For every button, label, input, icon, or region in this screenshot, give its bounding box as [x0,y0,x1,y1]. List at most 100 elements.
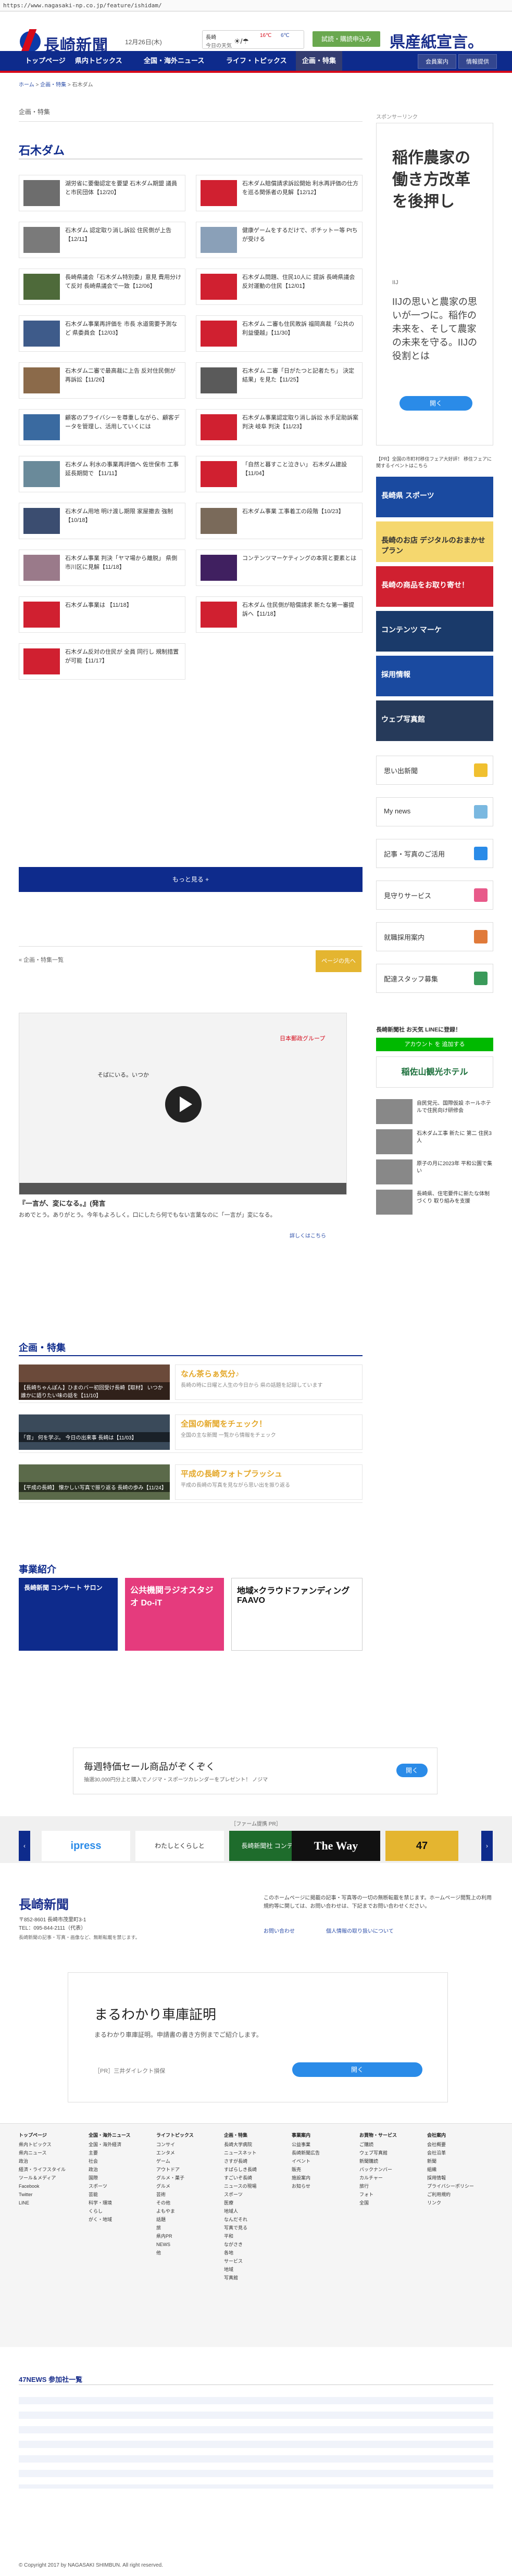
footer-link[interactable]: スポーツ [224,2190,257,2199]
footer-link[interactable]: 県内ニュース [19,2149,66,2157]
article-card[interactable]: コンテンツマーケティングの本質と要素とは [196,550,363,586]
sidebar-news-item[interactable]: 原子の月に2023年 平和公園で集い [376,1159,493,1184]
footer-link[interactable]: 県内トピックス [19,2140,66,2149]
footer-link[interactable]: 全国 [359,2199,397,2207]
sidebar-news-item[interactable]: 石木ダム工事 新たに 第二 住民3人 [376,1129,493,1154]
footer-link[interactable]: 旅行 [359,2182,397,2190]
footer-column-heading[interactable]: 会社案内 [427,2131,474,2139]
footer-link[interactable]: 全国・海外経済 [89,2140,131,2149]
jigyo-concert[interactable]: 長崎新聞 コンサート サロン [19,1578,118,1651]
footer-link[interactable]: 主要 [89,2149,131,2157]
nav-top[interactable]: トップページ [19,51,72,71]
article-card[interactable]: 石木ダム事業認定取り消し訴訟 水手足助訴案判決 岐阜 判決【11/23】 [196,409,363,445]
footer-link[interactable]: 他 [156,2249,194,2257]
footer-link[interactable]: なんだそれ [224,2215,257,2224]
site-logo[interactable]: 長崎新聞 [20,31,119,54]
pr-item[interactable]: わたしとくらしと [135,1831,224,1861]
article-card[interactable]: 石木ダム 二審「日がたつと記者たち」 決定結果」を見た【11/25】 [196,362,363,399]
footer-link[interactable]: 話題 [156,2215,194,2224]
footer-link[interactable]: NEWS [156,2240,194,2249]
footer-link[interactable]: すばらしき長崎 [224,2165,257,2174]
weather-widget[interactable]: 長崎 ☀/☂ 16℃ 6℃ 今日の天気 [202,30,304,49]
footer-link[interactable]: 組織 [427,2165,474,2174]
footer-link[interactable]: コンサイ [156,2140,194,2149]
footer-link[interactable]: 県内PR [156,2232,194,2240]
footer-link[interactable]: 会社概要 [427,2140,474,2149]
footer-column-heading[interactable]: 事業案内 [292,2131,320,2139]
footer-link[interactable]: 新聞 [427,2157,474,2165]
sidebar-ad[interactable]: 稲作農家の働き方改革を後押し IIJ IIJの思いと農家の思いが一つに。稲作の未… [376,123,493,445]
footer-link[interactable]: リンク [427,2199,474,2207]
footer-link[interactable]: 国際 [89,2174,131,2182]
footer-contact-link[interactable]: お問い合わせ [264,1927,295,1934]
footer-link[interactable]: 長崎新聞広告 [292,2149,320,2157]
article-card[interactable]: 顧客のプライバシーを尊重しながら、顧客データを管理し、活用していくには [19,409,185,445]
prev-arrow-icon[interactable]: ‹ [19,1831,30,1861]
footer-link[interactable]: 長崎大学病院 [224,2140,257,2149]
article-card[interactable]: 石木ダム事業は 【11/18】 [19,596,185,633]
footer-link[interactable]: 政治 [89,2165,131,2174]
footer-link[interactable]: 政治 [19,2157,66,2165]
play-icon[interactable] [165,1086,202,1123]
footer-link[interactable]: すごいぞ長崎 [224,2174,257,2182]
footer-link[interactable]: 芸術 [156,2190,194,2199]
sidebar-banner[interactable]: コンテンツ マーケ [376,611,493,652]
footer-column-heading[interactable]: 全国・海外ニュース [89,2131,131,2139]
footer-link[interactable]: さすが長崎 [224,2157,257,2165]
footer-link[interactable]: ゲーム [156,2157,194,2165]
article-card[interactable]: 石木ダム 住民側が賠償請求 新たな第一審提訴へ【11/18】 [196,596,363,633]
article-card[interactable]: 石木ダム 認定取り消し訴訟 住民側が上告【12/11】 [19,222,185,258]
footer-ad[interactable]: まるわかり車庫証明 まるわかり車庫証明。申請書の書き方例までご紹介します。 ［P… [68,1972,448,2102]
article-card[interactable]: 長崎県議会「石木ダム特別委」意見 費用分けて反対 長崎県議会で一致【12/06】 [19,269,185,305]
sidebar-banner[interactable]: 採用情報 [376,656,493,696]
video-controls[interactable] [19,1183,346,1194]
article-card[interactable]: 石木ダム 二審も住民敗訴 福岡高裁「公共の利益優越」【11/30】 [196,315,363,352]
crumb-feature[interactable]: 企画・特集 [40,82,66,88]
footer-link[interactable]: 社会 [89,2157,131,2165]
article-card[interactable]: 石木ダム二審で最高裁に上告 反対住民側が 再訴訟【11/26】 [19,362,185,399]
nav-member[interactable]: 会員案内 [418,54,456,69]
footer-link[interactable]: ツール＆メディア [19,2174,66,2182]
partner-sites-list[interactable] [19,2390,493,2489]
nav-feature[interactable]: 企画・特集 [296,51,343,71]
footer-link[interactable]: Twitter [19,2190,66,2199]
jigyo-doit[interactable]: 公共機関ラジオスタジオ Do-iT [125,1578,224,1651]
footer-link[interactable]: ながさき [224,2240,257,2249]
sidebar-menu-item[interactable]: My news [376,797,493,826]
footer-column-heading[interactable]: ライフトピックス [156,2131,194,2139]
footer-ad-open-button[interactable]: 開く [292,2062,422,2077]
jigyo-faavo[interactable]: 地域×クラウドファンディング FAAVO [231,1578,363,1651]
feature-sub[interactable]: なん茶らぁ気分♪ 長崎の時に日曜と人生の今日から 県の話題を記録しています [175,1364,363,1400]
footer-link[interactable]: カルチャー [359,2174,397,2182]
back-to-list-link[interactable]: « 企画・特集一覧 [19,955,64,964]
nav-life[interactable]: ライフ・トピックス [220,51,293,71]
footer-link[interactable]: 販売 [292,2165,320,2174]
sidebar-banner[interactable]: 長崎のお店 デジタルのおまかせプラン [376,521,493,562]
footer-link[interactable]: 施設案内 [292,2174,320,2182]
footer-link[interactable]: スポーツ [89,2182,131,2190]
footer-link[interactable]: ご購読 [359,2140,397,2149]
footer-link[interactable]: お知らせ [292,2182,320,2190]
footer-link[interactable]: 地域 [224,2265,257,2274]
footer-link[interactable]: 会社沿革 [427,2149,474,2157]
footer-link[interactable]: 新聞購読 [359,2157,397,2165]
footer-link[interactable]: 写真館 [224,2274,257,2282]
article-card[interactable]: 石木ダム用地 明け渡し期限 家屋撤去 強制【10/18】 [19,503,185,539]
footer-link[interactable]: グルメ [156,2182,194,2190]
footer-link[interactable]: プライバシーポリシー [427,2182,474,2190]
footer-link[interactable]: 採用情報 [427,2174,474,2182]
article-card[interactable]: 石木ダム事業再評価を 市長 水道需要予測など 県委員会【12/03】 [19,315,185,352]
footer-link[interactable]: 公益事業 [292,2140,320,2149]
sidebar-banner[interactable]: ウェブ写真館 [376,700,493,741]
footer-link[interactable]: エンタメ [156,2149,194,2157]
kensan-banner[interactable]: 県産紙宣言。 [390,29,483,52]
article-card[interactable]: 石木ダム反対の住民が 全員 同行し 規制措置が可能【11/17】 [19,643,185,680]
footer-link[interactable]: 旅 [156,2224,194,2232]
footer-link[interactable]: グルメ・菓子 [156,2174,194,2182]
footer-link[interactable]: その他 [156,2199,194,2207]
article-card[interactable]: 健康ゲームをするだけで、ポチットー等 Ptちが受ける [196,222,363,258]
article-card[interactable]: 石木ダム 利水の事業再評価へ 佐世保市 工事延長期間で 【11/11】 [19,456,185,492]
crumb-home[interactable]: ホーム [19,82,34,88]
more-button[interactable]: もっと見る + [19,867,363,892]
hotel-banner[interactable]: 稲佐山観光ホテル [376,1056,493,1088]
